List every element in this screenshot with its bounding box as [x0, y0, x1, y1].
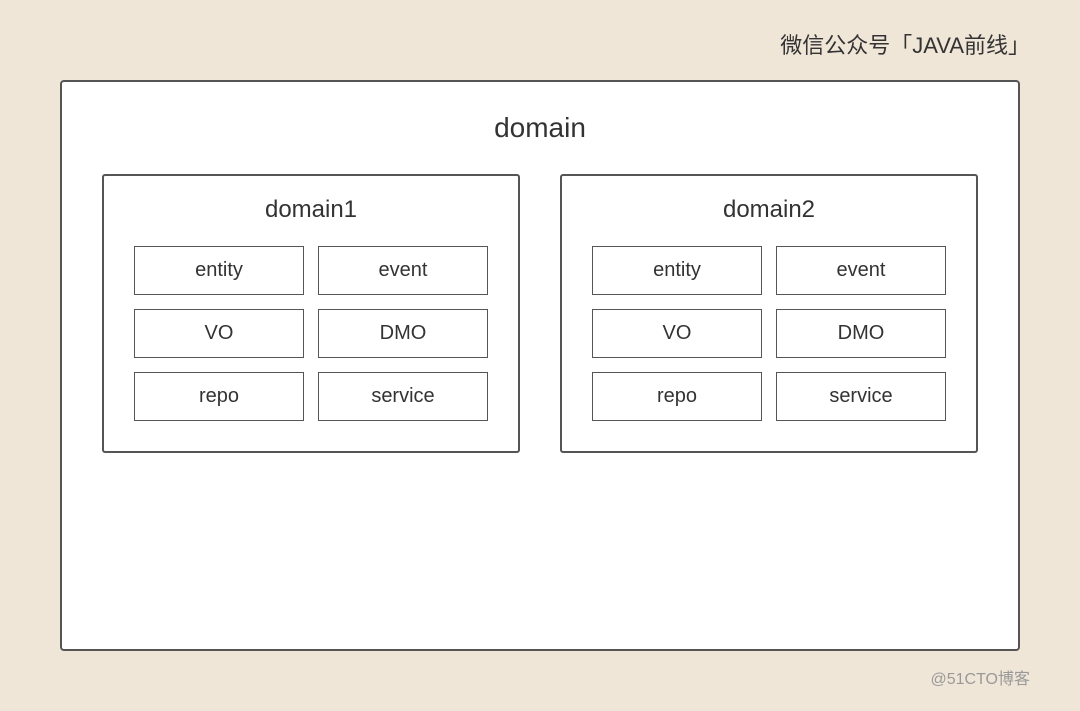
- domain1-box: domain1 entity event VO DMO repo service: [102, 174, 520, 453]
- domain2-cell-entity: entity: [592, 246, 762, 295]
- domain1-cell-vo: VO: [134, 309, 304, 358]
- domain2-grid: entity event VO DMO repo service: [592, 246, 946, 421]
- domain2-cell-service: service: [776, 372, 946, 421]
- watermark-top: 微信公众号「JAVA前线」: [780, 28, 1030, 60]
- domain2-cell-repo: repo: [592, 372, 762, 421]
- domain2-box: domain2 entity event VO DMO repo service: [560, 174, 978, 453]
- watermark-bottom: @51CTO博客: [930, 665, 1030, 689]
- domain1-grid: entity event VO DMO repo service: [134, 246, 488, 421]
- domain2-label: domain2: [592, 196, 946, 224]
- domain1-label: domain1: [134, 196, 488, 224]
- domain-label: domain: [62, 112, 1018, 144]
- domain1-cell-repo: repo: [134, 372, 304, 421]
- domain1-cell-service: service: [318, 372, 488, 421]
- domain1-cell-dmo: DMO: [318, 309, 488, 358]
- domain2-cell-dmo: DMO: [776, 309, 946, 358]
- outer-box: domain domain1 entity event VO DMO repo …: [60, 80, 1020, 651]
- domain1-cell-event: event: [318, 246, 488, 295]
- domains-row: domain1 entity event VO DMO repo service…: [62, 174, 1018, 453]
- domain2-cell-vo: VO: [592, 309, 762, 358]
- domain2-cell-event: event: [776, 246, 946, 295]
- domain1-cell-entity: entity: [134, 246, 304, 295]
